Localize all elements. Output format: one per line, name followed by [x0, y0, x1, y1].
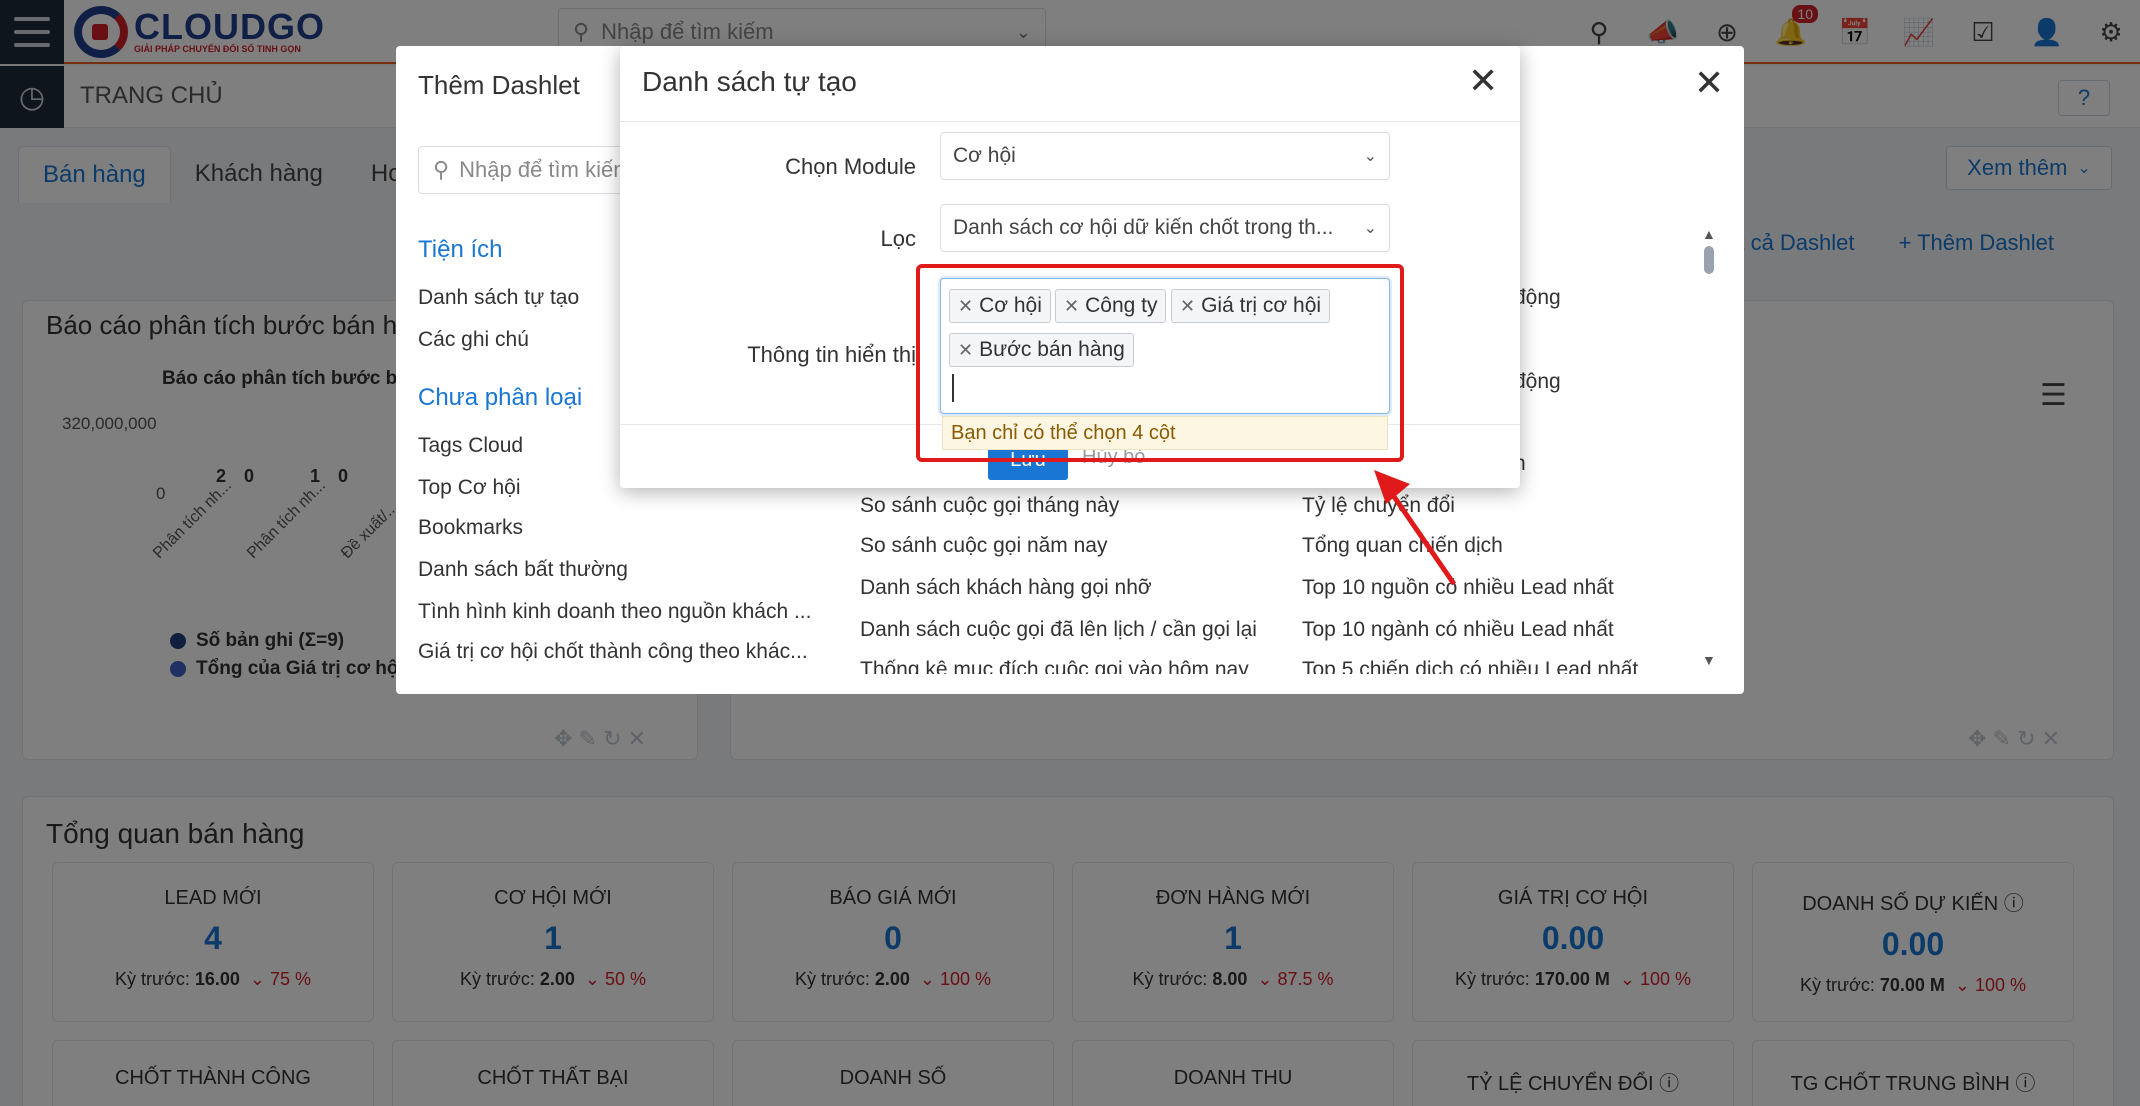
dashlet-item[interactable]: Top 10 ngành có nhiều Lead nhất: [1302, 618, 1614, 642]
section-title-tien-ich: Tiện ích: [418, 236, 503, 263]
dashlet-item[interactable]: Danh sách bất thường: [418, 558, 628, 582]
custom-list-modal-title: Danh sách tự tạo: [642, 66, 857, 97]
dashlet-item[interactable]: Tình hình kinh doanh theo nguồn khách ..…: [418, 600, 811, 624]
module-label: Chọn Module: [785, 154, 916, 179]
module-select[interactable]: Cơ hội ⌄: [940, 132, 1390, 180]
dashlet-item[interactable]: Thống kê mục đích cuộc gọi vào hôm nay: [860, 658, 1249, 674]
dashlet-item[interactable]: động: [1514, 370, 1561, 394]
dashlet-item[interactable]: Danh sách cuộc gọi đã lên lịch / cần gọi…: [860, 618, 1257, 642]
annotation-arrow: [1374, 470, 1457, 586]
close-icon[interactable]: ✕: [1694, 62, 1724, 104]
chevron-down-icon: ⌄: [1363, 220, 1377, 237]
dashlet-item[interactable]: Top Cơ hội: [418, 476, 521, 500]
scroll-up-icon[interactable]: ▲: [1702, 226, 1716, 242]
chevron-down-icon: ⌄: [1363, 148, 1377, 165]
filter-value: Danh sách cơ hội dữ kiến chốt trong th..…: [953, 216, 1334, 239]
dashlet-item[interactable]: Bookmarks: [418, 516, 523, 540]
scrollbar-thumb[interactable]: [1704, 246, 1714, 274]
section-title-chua-phan-loai: Chưa phân loại: [418, 384, 583, 411]
highlight-box: [916, 264, 1404, 462]
close-icon[interactable]: ✕: [1468, 60, 1498, 102]
dashlet-item[interactable]: Tags Cloud: [418, 434, 523, 458]
dashlet-item[interactable]: So sánh cuộc gọi năm nay: [860, 534, 1108, 558]
add-dashlet-modal-title: Thêm Dashlet: [418, 70, 580, 100]
dashlet-item[interactable]: So sánh cuộc gọi tháng này: [860, 494, 1119, 518]
filter-select[interactable]: Danh sách cơ hội dữ kiến chốt trong th..…: [940, 204, 1390, 252]
dashlet-item[interactable]: Top 5 chiến dịch có nhiều Lead nhất: [1302, 658, 1638, 674]
module-value: Cơ hội: [953, 144, 1016, 167]
display-fields-label: Thông tin hiển thị: [747, 342, 916, 367]
dashlet-item[interactable]: Giá trị cơ hội chốt thành công theo khác…: [418, 640, 808, 664]
scroll-down-icon[interactable]: ▼: [1702, 652, 1716, 668]
search-icon: ⚲: [433, 157, 450, 182]
filter-label: Lọc: [880, 226, 916, 251]
dashlet-item[interactable]: động: [1514, 286, 1561, 310]
dashlet-item[interactable]: Danh sách tự tạo: [418, 286, 579, 310]
dashlet-item[interactable]: Các ghi chú: [418, 328, 529, 352]
dashlet-item[interactable]: Danh sách khách hàng gọi nhỡ: [860, 576, 1152, 600]
